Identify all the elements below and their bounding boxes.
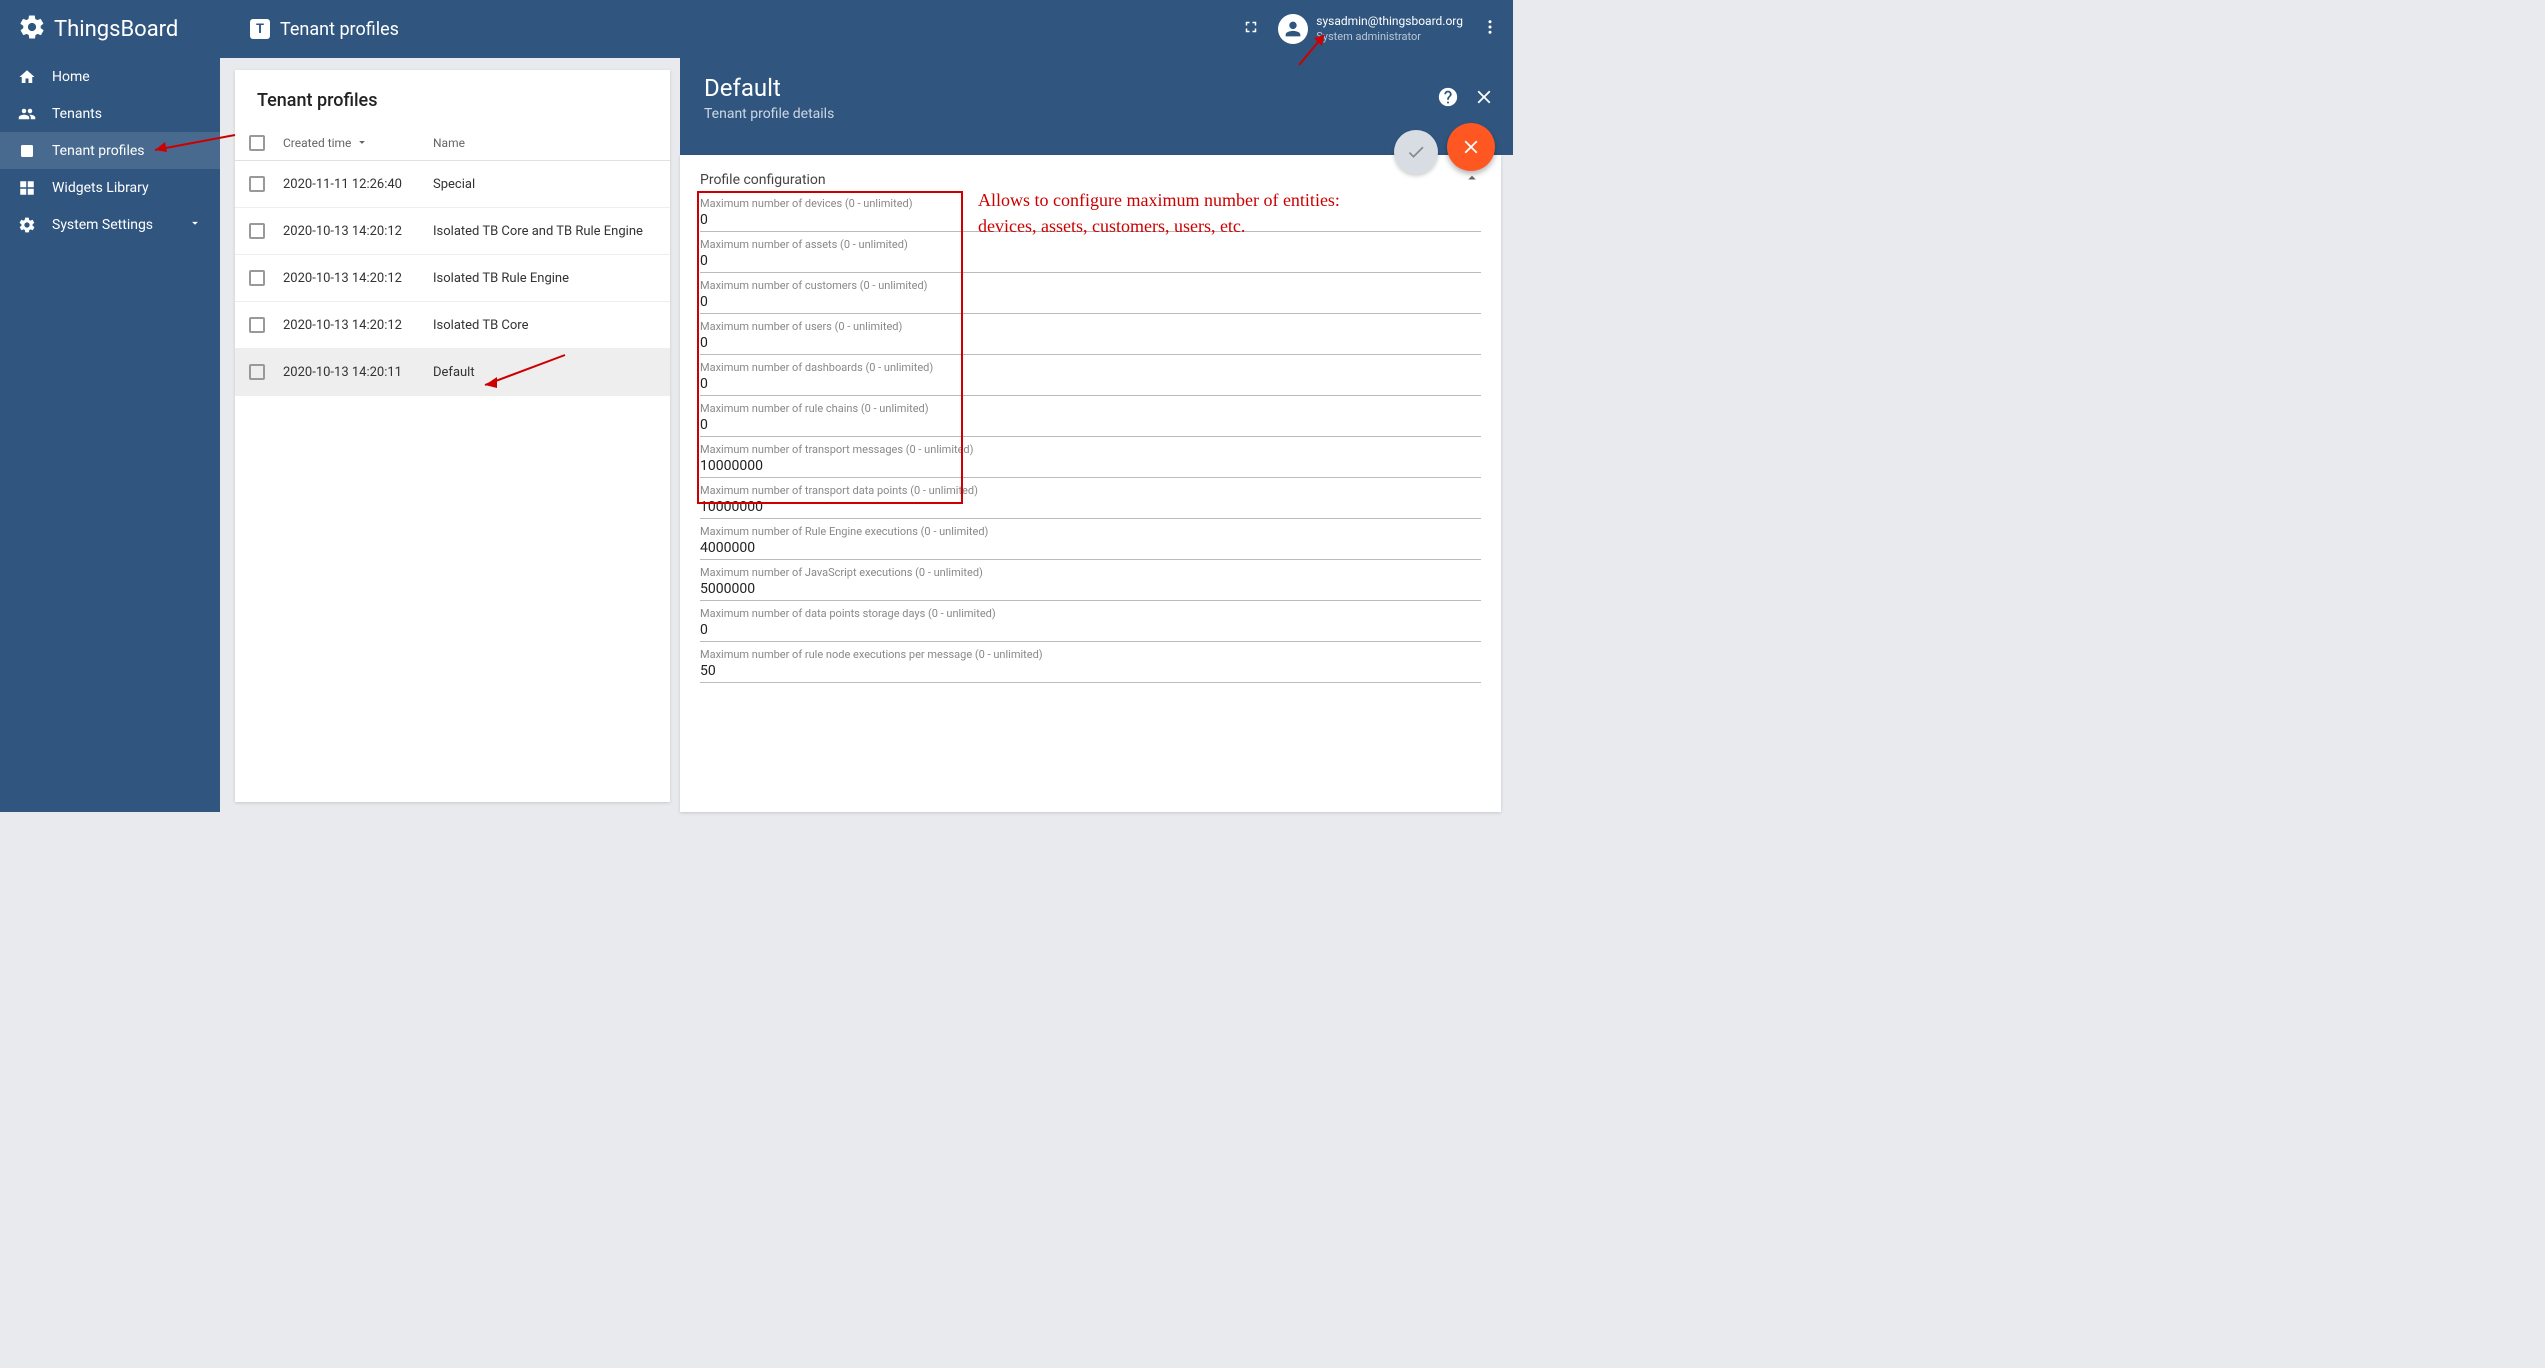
cell-name: Isolated TB Rule Engine xyxy=(433,271,656,286)
field-label: Maximum number of customers (0 - unlimit… xyxy=(700,279,1481,292)
field-input[interactable]: 0 xyxy=(700,374,1481,396)
cell-time: 2020-10-13 14:20:11 xyxy=(283,365,433,380)
cell-time: 2020-10-13 14:20:12 xyxy=(283,224,433,239)
avatar-icon xyxy=(1278,14,1308,44)
cell-name: Special xyxy=(433,177,656,192)
sidebar-item-home[interactable]: Home xyxy=(0,58,220,95)
section-title: Profile configuration xyxy=(700,172,826,188)
sidebar-item-tenants[interactable]: Tenants xyxy=(0,95,220,132)
field-label: Maximum number of JavaScript executions … xyxy=(700,566,1481,579)
field-max-transport-messages: Maximum number of transport messages (0 … xyxy=(700,443,1481,478)
table-row[interactable]: 2020-10-13 14:20:11 Default xyxy=(235,349,670,396)
apply-button[interactable] xyxy=(1394,130,1438,174)
field-max-assets: Maximum number of assets (0 - unlimited)… xyxy=(700,238,1481,273)
field-input[interactable]: 10000000 xyxy=(700,497,1481,519)
sidebar-item-label: Home xyxy=(52,69,90,85)
table-row[interactable]: 2020-10-13 14:20:12 Isolated TB Rule Eng… xyxy=(235,255,670,302)
field-label: Maximum number of devices (0 - unlimited… xyxy=(700,197,1481,210)
field-input[interactable]: 0 xyxy=(700,333,1481,355)
cell-time: 2020-10-13 14:20:12 xyxy=(283,318,433,333)
field-max-rule-chains: Maximum number of rule chains (0 - unlim… xyxy=(700,402,1481,437)
field-max-transport-datapoints: Maximum number of transport data points … xyxy=(700,484,1481,519)
cell-name: Default xyxy=(433,365,656,380)
details-title: Default xyxy=(704,74,1489,102)
col-created-time[interactable]: Created time xyxy=(283,136,351,150)
sidebar-item-system-settings[interactable]: System Settings xyxy=(0,206,220,243)
sidebar-item-tenant-profiles[interactable]: Tenant profiles xyxy=(0,132,220,169)
topbar-right: sysadmin@thingsboard.org System administ… xyxy=(1242,14,1513,44)
field-max-storage-days: Maximum number of data points storage da… xyxy=(700,607,1481,642)
field-input[interactable]: 4000000 xyxy=(700,538,1481,560)
field-label: Maximum number of rule chains (0 - unlim… xyxy=(700,402,1481,415)
field-input[interactable]: 10000000 xyxy=(700,456,1481,478)
tenant-profiles-icon: T xyxy=(250,19,270,39)
chevron-down-icon xyxy=(188,216,202,234)
field-label: Maximum number of assets (0 - unlimited) xyxy=(700,238,1481,251)
user-email: sysadmin@thingsboard.org xyxy=(1316,14,1463,30)
field-input[interactable]: 0 xyxy=(700,620,1481,642)
table-row[interactable]: 2020-10-13 14:20:12 Isolated TB Core and… xyxy=(235,208,670,255)
field-label: Maximum number of transport messages (0 … xyxy=(700,443,1481,456)
row-checkbox[interactable] xyxy=(249,176,265,192)
field-label: Maximum number of data points storage da… xyxy=(700,607,1481,620)
fullscreen-icon[interactable] xyxy=(1242,18,1260,40)
logo-area[interactable]: ThingsBoard xyxy=(0,13,220,45)
chevron-up-icon[interactable] xyxy=(1463,169,1481,191)
discard-button[interactable] xyxy=(1447,123,1495,171)
field-max-rule-engine-exec: Maximum number of Rule Engine executions… xyxy=(700,525,1481,560)
user-menu[interactable]: sysadmin@thingsboard.org System administ… xyxy=(1278,14,1463,44)
field-label: Maximum number of rule node executions p… xyxy=(700,648,1481,661)
field-label: Maximum number of Rule Engine executions… xyxy=(700,525,1481,538)
sidebar-item-label: System Settings xyxy=(52,217,153,233)
help-icon[interactable] xyxy=(1437,86,1459,108)
field-input[interactable]: 5000000 xyxy=(700,579,1481,601)
tenant-profiles-table: Tenant profiles Created time Name 2020-1… xyxy=(235,70,670,802)
sidebar-item-label: Tenants xyxy=(52,106,102,122)
details-subtitle: Tenant profile details xyxy=(704,106,1489,122)
field-label: Maximum number of transport data points … xyxy=(700,484,1481,497)
sidebar: Home Tenants Tenant profiles Widgets Lib… xyxy=(0,58,220,812)
cell-name: Isolated TB Core and TB Rule Engine xyxy=(433,224,656,239)
field-max-users: Maximum number of users (0 - unlimited) … xyxy=(700,320,1481,355)
app-name: ThingsBoard xyxy=(54,17,178,42)
field-input[interactable]: 0 xyxy=(700,292,1481,314)
row-checkbox[interactable] xyxy=(249,317,265,333)
breadcrumb: T Tenant profiles xyxy=(220,19,399,40)
cell-name: Isolated TB Core xyxy=(433,318,656,333)
field-input[interactable]: 0 xyxy=(700,415,1481,437)
details-body: Profile configuration Maximum number of … xyxy=(680,155,1501,812)
row-checkbox[interactable] xyxy=(249,270,265,286)
table-title: Tenant profiles xyxy=(235,70,670,125)
table-header-row: Created time Name xyxy=(235,125,670,161)
sort-desc-icon xyxy=(355,134,369,151)
field-input[interactable]: 0 xyxy=(700,210,1481,232)
select-all-checkbox[interactable] xyxy=(249,135,265,151)
cell-time: 2020-10-13 14:20:12 xyxy=(283,271,433,286)
field-max-rule-node-exec: Maximum number of rule node executions p… xyxy=(700,648,1481,683)
table-row[interactable]: 2020-11-11 12:26:40 Special xyxy=(235,161,670,208)
field-max-js-exec: Maximum number of JavaScript executions … xyxy=(700,566,1481,601)
sidebar-item-widgets[interactable]: Widgets Library xyxy=(0,169,220,206)
table-row[interactable]: 2020-10-13 14:20:12 Isolated TB Core xyxy=(235,302,670,349)
row-checkbox[interactable] xyxy=(249,223,265,239)
details-header: Default Tenant profile details xyxy=(680,58,1513,155)
field-label: Maximum number of dashboards (0 - unlimi… xyxy=(700,361,1481,374)
field-max-dashboards: Maximum number of dashboards (0 - unlimi… xyxy=(700,361,1481,396)
field-label: Maximum number of users (0 - unlimited) xyxy=(700,320,1481,333)
field-max-devices: Maximum number of devices (0 - unlimited… xyxy=(700,197,1481,232)
col-name[interactable]: Name xyxy=(433,136,465,150)
user-role: System administrator xyxy=(1316,30,1463,44)
page-title: Tenant profiles xyxy=(280,19,399,40)
field-input[interactable]: 0 xyxy=(700,251,1481,273)
sidebar-item-label: Tenant profiles xyxy=(52,143,145,159)
more-vert-icon[interactable] xyxy=(1481,18,1499,40)
field-input[interactable]: 50 xyxy=(700,661,1481,683)
field-max-customers: Maximum number of customers (0 - unlimit… xyxy=(700,279,1481,314)
close-icon[interactable] xyxy=(1473,86,1495,108)
cell-time: 2020-11-11 12:26:40 xyxy=(283,177,433,192)
topbar: ThingsBoard T Tenant profiles sysadmin@t… xyxy=(0,0,1513,58)
row-checkbox[interactable] xyxy=(249,364,265,380)
logo-icon xyxy=(18,13,46,45)
sidebar-item-label: Widgets Library xyxy=(52,180,149,196)
